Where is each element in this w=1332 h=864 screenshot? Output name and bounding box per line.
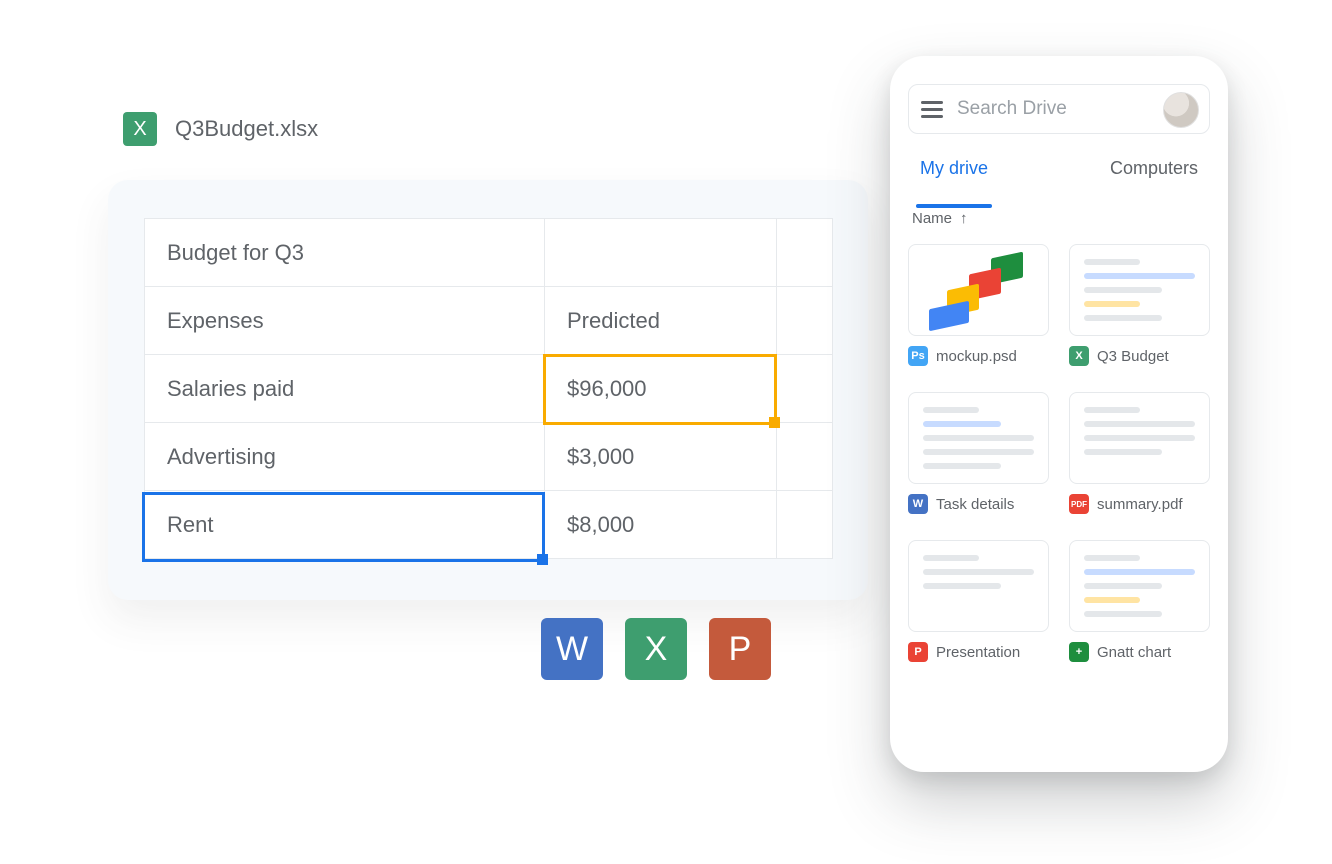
file-header: X Q3Budget.xlsx (123, 112, 318, 146)
account-avatar[interactable] (1163, 92, 1199, 128)
tab-computers[interactable]: Computers (1110, 158, 1198, 198)
pdf-file-icon: PDF (1069, 494, 1089, 514)
sheets-file-icon: + (1069, 642, 1089, 662)
file-thumb (1069, 244, 1210, 336)
sort-by-name[interactable]: Name ↑ (912, 210, 968, 227)
cell[interactable]: $96,000 (545, 355, 777, 423)
file-label: Presentation (936, 644, 1020, 661)
word-icon[interactable]: W (541, 618, 603, 680)
file-label: Task details (936, 496, 1014, 513)
menu-icon[interactable] (921, 101, 943, 117)
office-icons-row: W X P (541, 618, 771, 680)
cell[interactable]: Expenses (145, 287, 545, 355)
cell[interactable]: Predicted (545, 287, 777, 355)
file-grid: Ps mockup.psd X Q3 Budget W Task details (908, 244, 1210, 662)
drive-tabs: My drive Computers (920, 158, 1198, 198)
file-thumb (908, 392, 1049, 484)
sort-arrow-up-icon: ↑ (960, 210, 968, 227)
powerpoint-icon[interactable]: P (709, 618, 771, 680)
file-thumb (1069, 540, 1210, 632)
drive-search-bar[interactable]: Search Drive (908, 84, 1210, 134)
sort-label: Name (912, 210, 952, 227)
search-placeholder: Search Drive (957, 98, 1067, 120)
file-tile-q3-budget[interactable]: X Q3 Budget (1069, 244, 1210, 366)
cell[interactable]: Rent (145, 491, 545, 559)
cell[interactable] (777, 423, 833, 491)
cell[interactable]: Budget for Q3 (145, 219, 545, 287)
table-row[interactable]: Budget for Q3 (145, 219, 833, 287)
powerpoint-file-icon: P (908, 642, 928, 662)
file-tile-mockup[interactable]: Ps mockup.psd (908, 244, 1049, 366)
file-label: Gnatt chart (1097, 644, 1171, 661)
excel-file-icon: X (1069, 346, 1089, 366)
file-tile-summary-pdf[interactable]: PDF summary.pdf (1069, 392, 1210, 514)
cell[interactable]: $3,000 (545, 423, 777, 491)
blocks-illustration (929, 255, 1029, 327)
cell[interactable]: Advertising (145, 423, 545, 491)
table-row[interactable]: Salaries paid$96,000 (145, 355, 833, 423)
file-thumb (908, 540, 1049, 632)
cell[interactable]: Salaries paid (145, 355, 545, 423)
file-tile-gnatt-chart[interactable]: + Gnatt chart (1069, 540, 1210, 662)
file-label: Q3 Budget (1097, 348, 1169, 365)
excel-icon[interactable]: X (625, 618, 687, 680)
drive-mobile-frame: Search Drive My drive Computers Name ↑ P… (890, 56, 1228, 772)
cell[interactable]: $8,000 (545, 491, 777, 559)
file-thumb (908, 244, 1049, 336)
cell[interactable] (545, 219, 777, 287)
word-file-icon: W (908, 494, 928, 514)
file-label: summary.pdf (1097, 496, 1183, 513)
file-label: mockup.psd (936, 348, 1017, 365)
file-tile-presentation[interactable]: P Presentation (908, 540, 1049, 662)
file-name[interactable]: Q3Budget.xlsx (175, 116, 318, 142)
table-row[interactable]: Rent$8,000 (145, 491, 833, 559)
cell[interactable] (777, 287, 833, 355)
table-row[interactable]: ExpensesPredicted (145, 287, 833, 355)
file-thumb (1069, 392, 1210, 484)
tab-my-drive[interactable]: My drive (920, 158, 988, 198)
photoshop-icon: Ps (908, 346, 928, 366)
table-row[interactable]: Advertising$3,000 (145, 423, 833, 491)
spreadsheet-card: Budget for Q3 ExpensesPredicted Salaries… (108, 180, 868, 600)
spreadsheet-grid[interactable]: Budget for Q3 ExpensesPredicted Salaries… (144, 218, 832, 559)
file-tile-task-details[interactable]: W Task details (908, 392, 1049, 514)
cell[interactable] (777, 219, 833, 287)
excel-app-icon: X (123, 112, 157, 146)
cell[interactable] (777, 355, 833, 423)
cell[interactable] (777, 491, 833, 559)
